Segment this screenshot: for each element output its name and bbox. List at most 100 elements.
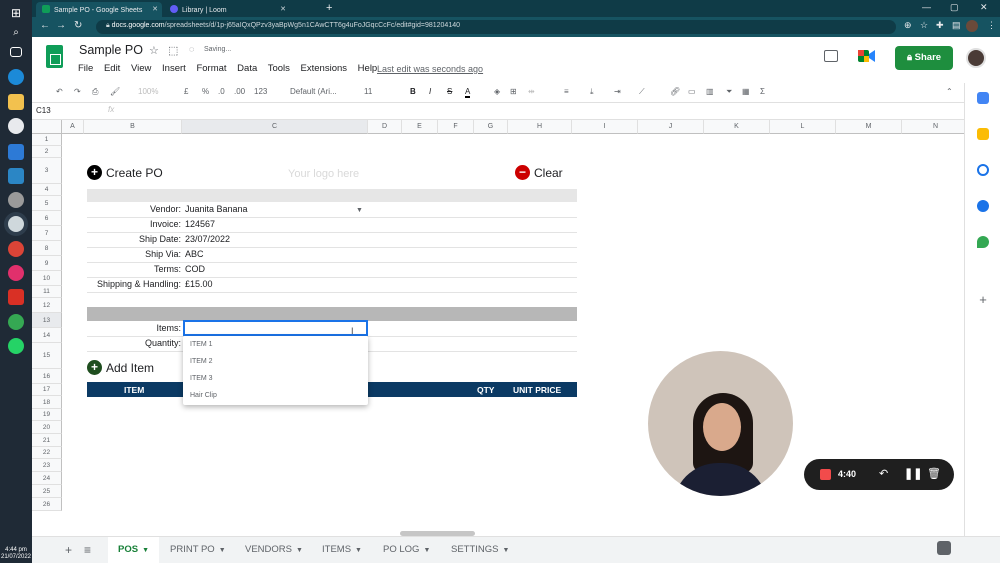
row-header-6[interactable]: 6 <box>32 211 62 226</box>
create-po-button[interactable]: + Create PO <box>87 165 163 180</box>
sheet-tab-pos[interactable]: POS ▼ <box>108 537 159 563</box>
row-header-22[interactable]: 22 <box>32 447 62 459</box>
dropdown-option[interactable]: ITEM 2 <box>190 358 213 365</box>
redo-icon[interactable]: ↷ <box>74 87 81 96</box>
pdf-icon[interactable] <box>8 289 24 305</box>
print-icon[interactable]: ⎙ <box>92 87 98 97</box>
browser-profile-avatar[interactable] <box>966 20 978 32</box>
row-header-8[interactable]: 8 <box>32 241 62 256</box>
row-header-1[interactable]: 1 <box>32 134 62 146</box>
extensions-icon[interactable]: ✚ <box>936 20 944 31</box>
currency-format-button[interactable]: £ <box>184 87 188 96</box>
column-header-j[interactable]: J <box>638 120 704 134</box>
taskbar-clock[interactable]: 4:44 pm 21/07/2022 <box>0 547 32 561</box>
column-header-m[interactable]: M <box>836 120 902 134</box>
vertical-align-icon[interactable]: ⤓ <box>590 87 594 97</box>
loom-camera-bubble[interactable] <box>648 351 793 496</box>
row-header-7[interactable]: 7 <box>32 226 62 241</box>
contacts-icon[interactable] <box>977 200 989 212</box>
row-header-10[interactable]: 10 <box>32 271 62 286</box>
caret-down-icon[interactable]: ▼ <box>296 547 303 554</box>
edge-icon[interactable] <box>8 69 24 85</box>
row-header-5[interactable]: 5 <box>32 196 62 211</box>
field-value[interactable]: 23/07/2022 <box>185 234 230 244</box>
horizontal-align-icon[interactable]: ≡ <box>564 87 569 96</box>
insert-chart-icon[interactable]: ▥ <box>706 87 714 96</box>
row-header-3[interactable]: 3 <box>32 158 62 184</box>
maximize-icon[interactable]: ▢ <box>950 2 959 13</box>
chrome-profile-icon[interactable] <box>8 192 24 208</box>
column-header-d[interactable]: D <box>368 120 402 134</box>
sheet-tab-items[interactable]: ITEMS ▼ <box>312 537 372 563</box>
insert-link-icon[interactable]: 🔗︎ <box>670 87 680 96</box>
menu-view[interactable]: View <box>131 63 151 74</box>
clear-button[interactable]: − Clear <box>515 165 563 180</box>
menu-edit[interactable]: Edit <box>104 63 120 74</box>
tasks-icon[interactable] <box>977 164 989 176</box>
field-value[interactable]: ABC <box>185 249 204 259</box>
field-value[interactable]: £15.00 <box>185 279 213 289</box>
user-avatar[interactable] <box>966 48 986 68</box>
column-header-n[interactable]: N <box>902 120 964 134</box>
text-wrap-icon[interactable]: ⇥ <box>614 87 621 96</box>
column-header-e[interactable]: E <box>402 120 438 134</box>
column-header-g[interactable]: G <box>474 120 508 134</box>
browser-tab-loom[interactable]: Library | Loom ✕ <box>164 2 290 17</box>
more-formats-button[interactable]: 123 <box>254 87 267 96</box>
menu-tools[interactable]: Tools <box>268 63 290 74</box>
collapse-menu-icon[interactable]: ⌃ <box>946 87 953 96</box>
sheets-logo-icon[interactable] <box>46 45 63 68</box>
field-value[interactable]: COD <box>185 264 205 274</box>
increase-decimal-button[interactable]: .00 <box>234 87 245 96</box>
text-color-button[interactable]: A <box>465 87 471 98</box>
caret-down-icon[interactable]: ▼ <box>503 547 510 554</box>
url-input[interactable]: 🔒︎ docs.google.com/spreadsheets/d/1p-j65… <box>96 20 896 34</box>
zoom-icon[interactable]: ⊕ <box>904 20 912 31</box>
caret-down-icon[interactable]: ▼ <box>219 547 226 554</box>
add-item-button[interactable]: + Add Item <box>87 360 154 375</box>
minimize-icon[interactable]: — <box>922 2 931 12</box>
calendar-icon[interactable] <box>8 144 24 160</box>
row-header-9[interactable]: 9 <box>32 256 62 271</box>
row-header-2[interactable]: 2 <box>32 146 62 158</box>
dropdown-option[interactable]: Hair Clip <box>190 392 217 399</box>
maps-icon[interactable] <box>977 236 989 248</box>
document-title[interactable]: Sample PO <box>79 43 143 57</box>
functions-icon[interactable]: Σ <box>760 87 765 96</box>
search-icon[interactable]: ⌕ <box>8 27 24 43</box>
row-header-25[interactable]: 25 <box>32 485 62 498</box>
merge-cells-icon[interactable]: ⇹ <box>528 87 535 96</box>
font-select[interactable]: Default (Ari... <box>290 87 337 96</box>
explore-icon[interactable] <box>937 541 951 555</box>
menu-insert[interactable]: Insert <box>162 63 186 74</box>
percent-format-button[interactable]: % <box>202 87 209 96</box>
field-value[interactable]: 124567 <box>185 219 215 229</box>
sheet-tab-settings[interactable]: SETTINGS ▼ <box>441 537 519 563</box>
forward-icon[interactable]: → <box>56 20 66 31</box>
caret-down-icon[interactable]: ▼ <box>355 547 362 554</box>
sheet-tab-po-log[interactable]: PO LOG ▼ <box>373 537 440 563</box>
pause-icon[interactable]: ❚❚ <box>904 467 922 480</box>
italic-button[interactable]: I <box>429 87 431 96</box>
fill-color-icon[interactable]: ◈ <box>494 87 500 96</box>
all-sheets-icon[interactable]: ≡ <box>84 543 91 557</box>
row-header-23[interactable]: 23 <box>32 459 62 472</box>
close-tab-icon[interactable]: ✕ <box>152 5 158 13</box>
close-tab-icon[interactable]: ✕ <box>280 5 286 13</box>
menu-help[interactable]: Help <box>358 63 378 74</box>
column-header-i[interactable]: I <box>572 120 638 134</box>
borders-icon[interactable]: ⊞ <box>510 87 517 96</box>
task-view-icon[interactable] <box>10 47 22 57</box>
close-window-icon[interactable]: ✕ <box>980 2 988 13</box>
select-all-corner[interactable] <box>32 120 62 134</box>
vendor-dropdown-arrow-icon[interactable]: ▼ <box>356 207 363 214</box>
row-header-20[interactable]: 20 <box>32 421 62 434</box>
column-header-l[interactable]: L <box>770 120 836 134</box>
column-header-c[interactable]: C <box>182 120 368 134</box>
font-size-select[interactable]: 11 <box>364 87 372 96</box>
new-tab-icon[interactable]: + <box>326 2 332 14</box>
undo-icon[interactable]: ↶ <box>56 87 63 96</box>
column-header-k[interactable]: K <box>704 120 770 134</box>
loom-app-icon[interactable] <box>8 265 24 281</box>
row-header-4[interactable]: 4 <box>32 184 62 196</box>
